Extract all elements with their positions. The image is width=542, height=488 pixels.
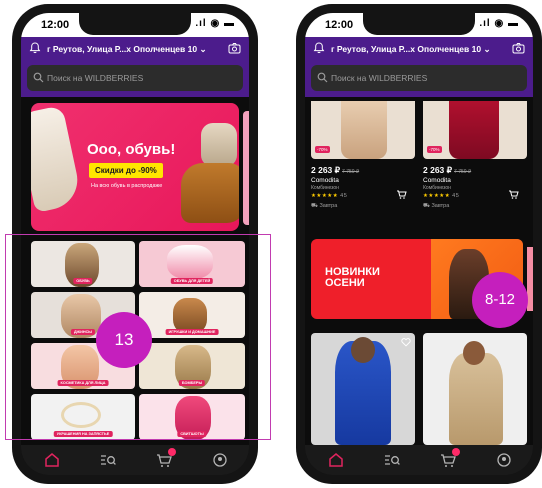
- search-icon: [33, 72, 44, 83]
- banner-subtitle: На всю обувь в распродаже: [91, 183, 163, 189]
- product-price: 2 263 ₽7 750 ₽: [423, 165, 471, 176]
- search-icon: [317, 72, 328, 83]
- camera-icon[interactable]: [512, 42, 525, 54]
- price-old: 7 750 ₽: [342, 169, 360, 175]
- search-input[interactable]: [331, 71, 521, 85]
- rating-stars: ★★★★★: [311, 193, 339, 199]
- product-card-info[interactable]: 2 263 ₽7 750 ₽ Comodita Комбинезон ★★★★★…: [423, 163, 527, 219]
- bell-icon[interactable]: [313, 42, 325, 54]
- cart-count-badge: [168, 448, 176, 456]
- product-rating: ★★★★★ 45: [311, 193, 347, 199]
- add-to-cart-icon[interactable]: [508, 189, 519, 200]
- home-icon[interactable]: [43, 451, 61, 469]
- chevron-down-icon: ⌄: [199, 44, 207, 54]
- screen-right: 12:00 .ıl ◉ ▬ г Реутов, Улица Р...х Опол…: [305, 13, 533, 475]
- home-icon[interactable]: [327, 451, 345, 469]
- status-time: 12:00: [41, 19, 70, 31]
- delivery-date: Завтра: [319, 203, 338, 209]
- banner-title-line: ОСЕНИ: [325, 277, 365, 289]
- discount-badge: -70%: [427, 146, 442, 153]
- product-image[interactable]: -70%: [423, 101, 527, 159]
- search-input[interactable]: [47, 71, 237, 85]
- boot-image: [201, 123, 237, 167]
- rating-stars: ★★★★★: [423, 193, 451, 199]
- product-image[interactable]: [423, 333, 527, 445]
- promo-banner-shoes[interactable]: Ооо, обувь! Скидки до -90% На всю обувь …: [31, 103, 239, 231]
- search-box[interactable]: [27, 65, 243, 91]
- boot-image: [31, 105, 83, 213]
- review-count: 45: [340, 193, 348, 199]
- address-label[interactable]: г Реутов, Улица Р...х Ополченцев 10 ⌄: [331, 44, 491, 55]
- product-brand: Comodita: [311, 177, 339, 184]
- cart-icon[interactable]: [155, 448, 176, 469]
- banner-discount-badge: Скидки до -90%: [89, 163, 163, 178]
- product-card-info[interactable]: 2 263 ₽7 750 ₽ Comodita Комбинезон ★★★★★…: [311, 163, 415, 219]
- address-label[interactable]: г Реутов, Улица Р...х Ополченцев 10 ⌄: [47, 44, 207, 55]
- delivery-info: ⛟ Завтра: [423, 203, 449, 210]
- price-current: 2 263 ₽: [423, 165, 453, 175]
- bell-icon[interactable]: [29, 42, 41, 54]
- price-old: 7 750 ₽: [454, 169, 472, 175]
- review-count: 45: [452, 193, 460, 199]
- address-text: г Реутов, Улица Р...х Ополченцев 10: [47, 44, 198, 54]
- profile-icon[interactable]: [211, 451, 229, 469]
- annotation-marker-left: 13: [96, 312, 152, 368]
- signal-wifi-battery-icon: .ıl ◉ ▬: [479, 18, 519, 29]
- add-to-cart-icon[interactable]: [396, 189, 407, 200]
- banner-title: Ооо, обувь!: [87, 141, 176, 158]
- search-bar-area: [21, 61, 249, 97]
- location-bar[interactable]: г Реутов, Улица Р...х Ополченцев 10 ⌄: [21, 37, 249, 61]
- camera-icon[interactable]: [228, 42, 241, 54]
- search-box[interactable]: [311, 65, 527, 91]
- truck-icon: ⛟: [311, 203, 318, 209]
- product-kind: Комбинезон: [423, 185, 451, 191]
- truck-icon: ⛟: [423, 203, 430, 209]
- boot-image: [181, 163, 239, 223]
- product-image-row: -70% -70%: [311, 101, 527, 159]
- address-text: г Реутов, Улица Р...х Ополченцев 10: [331, 44, 482, 54]
- product-price: 2 263 ₽7 750 ₽: [311, 165, 359, 176]
- catalog-search-icon[interactable]: [99, 451, 117, 469]
- delivery-info: ⛟ Завтра: [311, 203, 337, 210]
- profile-icon[interactable]: [495, 451, 513, 469]
- status-time: 12:00: [325, 19, 354, 31]
- product-image[interactable]: -70%: [311, 101, 415, 159]
- banner-title: НОВИНКИ ОСЕНИ: [325, 267, 380, 289]
- product-brand: Comodita: [423, 177, 451, 184]
- location-bar[interactable]: г Реутов, Улица Р...х Ополченцев 10 ⌄: [305, 37, 533, 61]
- price-current: 2 263 ₽: [311, 165, 341, 175]
- notch: [363, 13, 475, 35]
- product-image[interactable]: [311, 333, 415, 445]
- annotation-marker-right: 8-12: [472, 272, 528, 328]
- bottom-navigation: [21, 445, 249, 475]
- delivery-date: Завтра: [431, 203, 450, 209]
- next-banner-peek[interactable]: [243, 111, 249, 225]
- product-rating: ★★★★★ 45: [423, 193, 459, 199]
- notch: [79, 13, 191, 35]
- cart-count-badge: [452, 448, 460, 456]
- bottom-navigation: [305, 445, 533, 475]
- product-kind: Комбинезон: [311, 185, 339, 191]
- search-bar-area: [305, 61, 533, 97]
- chevron-down-icon: ⌄: [483, 44, 491, 54]
- catalog-search-icon[interactable]: [383, 451, 401, 469]
- cart-icon[interactable]: [439, 448, 460, 469]
- phone-right: 12:00 .ıl ◉ ▬ г Реутов, Улица Р...х Опол…: [296, 4, 542, 484]
- discount-badge: -70%: [315, 146, 330, 153]
- favorite-heart-icon[interactable]: [401, 337, 411, 347]
- signal-wifi-battery-icon: .ıl ◉ ▬: [195, 18, 235, 29]
